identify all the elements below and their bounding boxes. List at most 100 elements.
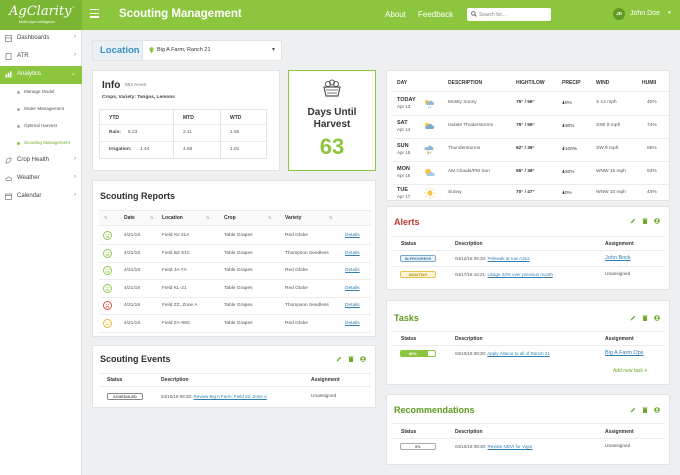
reports-col-date[interactable]: Date (124, 215, 135, 221)
chevron-down-icon[interactable]: ▾ (668, 10, 671, 16)
sidebar-sub-water-management[interactable]: Water Management (0, 101, 82, 118)
details-link[interactable]: Details (345, 233, 360, 238)
report-crop: Table Grapes (224, 303, 253, 308)
details-link[interactable]: Details (345, 251, 360, 256)
edit-icon[interactable] (336, 356, 342, 362)
info-col-wtd: WTD (230, 115, 242, 121)
alert-link[interactable]: Usage 22% over previous month (488, 272, 553, 277)
details-link[interactable]: Details (345, 303, 360, 308)
cloud-icon (5, 176, 12, 181)
sidebar-item-atr[interactable]: ATR › (0, 48, 82, 66)
sidebar-item-crop-health[interactable]: Crop Health › (0, 152, 82, 170)
location-select[interactable]: Big A Farm, Ranch 21 ▾ (144, 41, 282, 60)
report-crop: Table Grapes (224, 233, 253, 238)
report-date: 4/21/18 (124, 285, 141, 291)
rec-link[interactable]: Review NDVI for Vigor (488, 444, 533, 449)
reports-col-crop[interactable]: Crop (224, 215, 236, 221)
user-icon[interactable] (654, 315, 660, 321)
reports-title: Scouting Reports (100, 191, 176, 201)
info-rain-ytd: 6.23 (128, 130, 138, 135)
report-crop: Table Grapes (224, 250, 253, 256)
sidebar-sub-manage-model[interactable]: Manage Model (0, 84, 82, 101)
rec-progress-bar: 0% (400, 443, 436, 450)
details-link[interactable]: Details (345, 286, 360, 291)
harvest-label-2: Harvest (313, 119, 351, 130)
events-col-assignment: Assignment (311, 377, 340, 383)
user-icon[interactable] (360, 356, 366, 362)
add-task-button[interactable]: Add new task + (613, 368, 647, 374)
trash-icon[interactable] (642, 218, 648, 224)
weather-row: MON Apr 16 AM Clouds/PM Sun 55° / 36° 🌢2… (397, 166, 657, 178)
table-row: 4/21/18 Field JA-7A Table Grapes Red Globe D… (99, 262, 371, 280)
menu-toggle-icon[interactable] (90, 9, 99, 19)
details-link[interactable]: Details (345, 268, 360, 273)
search-input[interactable]: Search for... (467, 8, 551, 21)
reports-col-location[interactable]: Location (162, 215, 183, 221)
info-crops: Crops, Variety: Tangos, Lemons (102, 95, 175, 100)
report-location: Field KL-21 (162, 285, 187, 291)
smile-face-icon (103, 266, 112, 275)
chevron-down-icon: ▾ (272, 47, 276, 53)
logo[interactable]: AgClarity™ Multi-Layer Intelligence (0, 0, 82, 30)
user-icon[interactable] (654, 218, 660, 224)
trash-icon[interactable] (642, 407, 648, 413)
details-link[interactable]: Details (345, 321, 360, 326)
table-row: 4/21/18 Field ZZ, Zone A Table Grapes Thomp… (99, 297, 371, 315)
info-irrigation-mtd: 4.65 (183, 147, 193, 152)
edit-icon[interactable] (630, 407, 636, 413)
location-bar: Location Big A Farm, Ranch 21 ▾ (92, 40, 282, 61)
nav-feedback[interactable]: Feedback (418, 10, 453, 19)
events-title: Scouting Events (100, 354, 171, 364)
trash-icon[interactable] (642, 315, 648, 321)
sidebar-item-weather[interactable]: Weather › (0, 170, 82, 188)
report-variety: Red Globe (285, 233, 308, 238)
alert-assignment-link[interactable]: John Bock (605, 255, 631, 261)
report-date: 4/21/18 (124, 233, 141, 238)
sidebar: Dashboards › ATR › Analytics ⌄ Manage Model… (0, 30, 82, 475)
trash-icon[interactable] (348, 356, 354, 362)
alert-description: 04/12/18 09:33: Pelewak at row A312 (455, 256, 530, 261)
reports-header-row: ⇅ Date ⇅ Location ⇅ Crop ⇅ Variety ⇅ (99, 211, 371, 225)
edit-icon[interactable] (630, 315, 636, 321)
search-icon (471, 11, 477, 17)
info-title: Info (102, 80, 121, 91)
task-assignment-link[interactable]: Big A Farm Ops (605, 350, 644, 356)
task-progress-label: 80% (409, 352, 417, 356)
report-variety: Red Globe (285, 268, 308, 273)
info-acres: 852 Acres (125, 83, 147, 88)
task-link[interactable]: Apply Altacor to all of Ranch 21 (487, 351, 550, 356)
report-location: Field BZ 91C (162, 250, 190, 256)
sidebar-item-dashboards[interactable]: Dashboards › (0, 30, 82, 48)
harvest-days-value: 63 (319, 134, 345, 159)
avatar[interactable]: JD (613, 8, 625, 20)
rec-progress-label: 0% (415, 445, 421, 449)
sidebar-item-analytics[interactable]: Analytics ⌄ (0, 66, 82, 84)
harvest-label-1: Days Until (307, 107, 357, 118)
logo-text: AgClarity™ (9, 4, 76, 19)
sidebar-sub-scouting-management[interactable]: Scouting Management (0, 135, 82, 152)
weather-row: SAT Apr 14 Isolate Thuderstorms 75° / 59… (397, 120, 657, 132)
report-date: 4/21/18 (124, 303, 141, 308)
top-bar (0, 0, 680, 30)
reports-col-variety[interactable]: Variety (285, 215, 301, 221)
info-col-mtd: MTD (183, 115, 194, 121)
scouting-events-card: Scouting Events Status Description Assig… (92, 345, 376, 408)
events-col-status: Status (107, 377, 123, 383)
user-icon[interactable] (654, 407, 660, 413)
scouting-reports-card: Scouting Reports ⇅ Date ⇅ Location ⇅ Crop ⇅… (92, 180, 376, 337)
alert-link[interactable]: Pelewak at row A312 (488, 256, 530, 261)
edit-icon[interactable] (630, 218, 636, 224)
alert-description: 04/17/18 16:21: Usage 22% over previous … (455, 272, 553, 277)
recs-col-assignment: Assignment (605, 429, 634, 435)
smile-face-icon (103, 283, 112, 293)
sidebar-sub-optimal-harvest[interactable]: Optimal Harvest (0, 118, 82, 135)
user-name[interactable]: John Doe (630, 10, 660, 17)
analytics-icon (5, 71, 12, 78)
nav-about[interactable]: About (385, 10, 406, 19)
recommendations-title: Recommendations (394, 405, 475, 415)
weather-col-hilo: HIGHT/LOW (516, 80, 545, 86)
info-irrigation-label: Irrigation: (109, 147, 132, 152)
event-link[interactable]: Review Big A Farm, Field 22, Zone A (194, 394, 267, 399)
sidebar-item-calendar[interactable]: Calendar › (0, 188, 82, 206)
table-row: 4/21/18 Field AV-31A Table Grapes Red Globe… (99, 227, 371, 245)
